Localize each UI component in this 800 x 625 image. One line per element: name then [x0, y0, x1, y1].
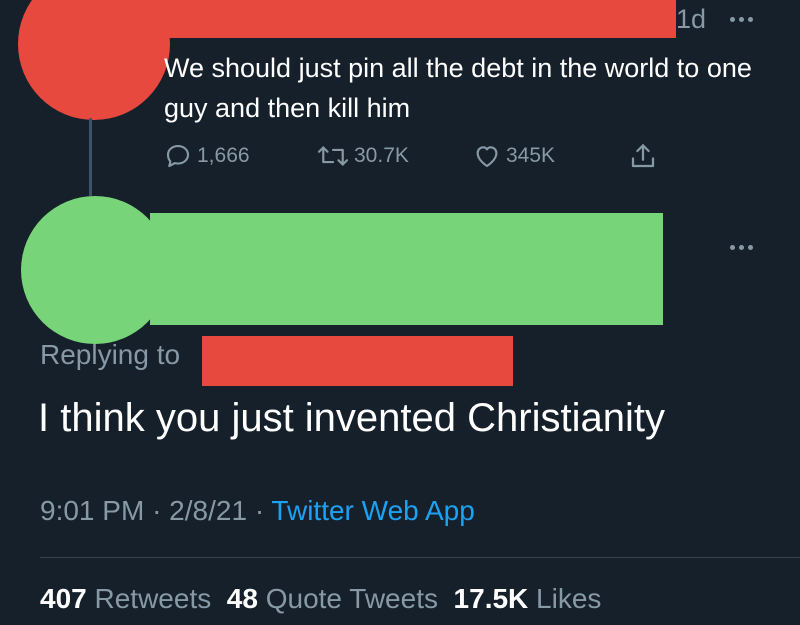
- quote-count: 48: [226, 583, 258, 614]
- like-count: 17.5K: [453, 583, 529, 614]
- replying-to-label: Replying to: [40, 339, 181, 370]
- retweet-count: 407: [40, 583, 87, 614]
- tweet2-time[interactable]: 9:01 PM: [40, 495, 144, 526]
- tweet2-metadata: 9:01 PM · 2/8/21 · Twitter Web App: [40, 494, 475, 528]
- replying-to-handle-redacted[interactable]: [202, 336, 513, 386]
- share-icon: [631, 144, 655, 168]
- tweet2-more-icon[interactable]: [730, 245, 753, 250]
- tweet2-author-redacted[interactable]: [150, 213, 663, 325]
- tweet1-reply-button[interactable]: 1,666: [163, 141, 250, 171]
- tweet1-like-button[interactable]: 345K: [472, 141, 555, 171]
- quote-label: Quote Tweets: [265, 583, 438, 614]
- tweet2-text: I think you just invented Christianity: [38, 396, 665, 440]
- thread-connector-line: [89, 118, 92, 196]
- tweet2-avatar-redacted[interactable]: [21, 196, 169, 344]
- retweet-label: Retweets: [94, 583, 212, 614]
- likes-stat[interactable]: 17.5K Likes: [454, 583, 602, 614]
- tweet2-stats: 407 Retweets 48 Quote Tweets 17.5K Likes: [40, 582, 601, 616]
- tweet1-text: We should just pin all the debt in the w…: [164, 53, 752, 123]
- separator-dot: ·: [152, 495, 170, 526]
- tweet1-like-count: 345K: [506, 144, 556, 167]
- tweet1-more-icon[interactable]: [730, 17, 753, 22]
- divider: [40, 557, 800, 558]
- tweet1-share-button[interactable]: [628, 141, 658, 171]
- tweet1-reply-count: 1,666: [197, 144, 250, 167]
- tweet1-author-redacted[interactable]: [96, 0, 676, 38]
- retweet-icon: [317, 146, 349, 166]
- separator-dot: ·: [254, 495, 272, 526]
- tweet1-retweet-button[interactable]: 30.7K: [316, 141, 409, 171]
- like-icon: [476, 146, 498, 168]
- tweet2-source-link[interactable]: Twitter Web App: [271, 495, 474, 526]
- tweet1-retweet-count: 30.7K: [354, 144, 409, 167]
- retweets-stat[interactable]: 407 Retweets: [40, 583, 211, 614]
- like-label: Likes: [536, 583, 602, 614]
- reply-icon: [166, 144, 190, 168]
- quote-tweets-stat[interactable]: 48 Quote Tweets: [227, 583, 438, 614]
- tweet1-time-ago[interactable]: 1d: [676, 4, 706, 34]
- tweet2-date[interactable]: 2/8/21: [169, 495, 247, 526]
